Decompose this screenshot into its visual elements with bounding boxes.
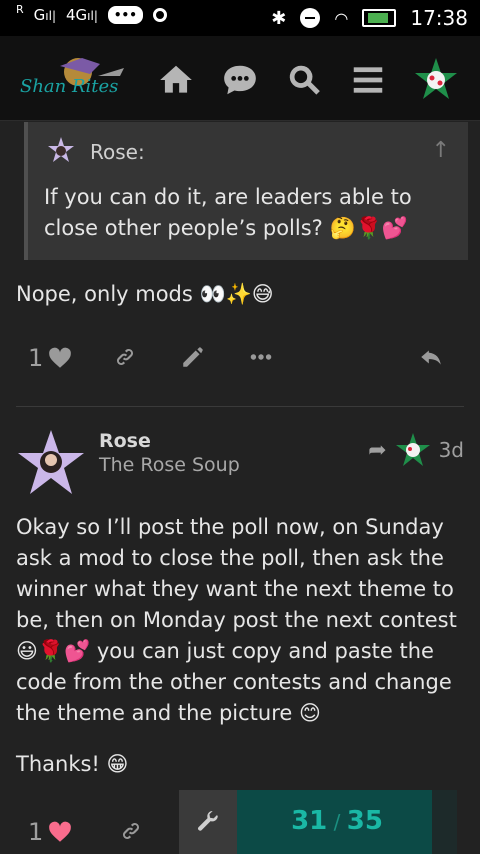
wifi-icon: ◠ (334, 8, 349, 28)
carrier-mark: R (16, 2, 24, 16)
hamburger-menu-icon[interactable] (346, 58, 390, 102)
reply-button[interactable] (418, 344, 444, 370)
search-icon[interactable] (282, 58, 326, 102)
link-icon (116, 348, 134, 366)
topic-progress-label: 31 / 35 (291, 806, 383, 836)
like-button[interactable]: 1 (28, 344, 73, 372)
bluetooth-icon: ✱ (271, 7, 287, 29)
reply-arrow-icon (421, 350, 441, 365)
clock: 17:38 (410, 6, 468, 30)
share-link-button[interactable] (112, 344, 138, 370)
messages-badge: ••• (107, 6, 143, 24)
site-logo[interactable]: Shan Rites (20, 54, 140, 102)
wrench-icon (198, 810, 218, 831)
heart-icon (49, 347, 72, 368)
circle-icon (152, 8, 167, 22)
signal-1: Gıl| (33, 6, 56, 24)
post-author-avatar[interactable] (16, 428, 86, 498)
post-username[interactable]: Rose (99, 430, 151, 452)
post-body: Okay so I’ll post the poll now, on Sunda… (16, 515, 457, 725)
quote-text: If you can do it, are leaders able to cl… (44, 185, 412, 240)
heart-icon (49, 821, 72, 842)
site-header: Shan Rites (0, 36, 480, 121)
share-link-button-2[interactable] (118, 818, 144, 844)
like-count: 1 (28, 344, 44, 372)
like-button-2[interactable]: 1 (28, 818, 73, 846)
admin-tools-button[interactable] (179, 790, 237, 854)
post-user-title: The Rose Soup (99, 454, 240, 476)
reply-to-avatar[interactable] (395, 432, 431, 468)
quoted-post: Rose: ↑ If you can do it, are leaders ab… (24, 122, 468, 260)
status-bar: R Gıl| 4Gıl| ••• ✱ ◠ 17:38 (0, 0, 480, 36)
topic-progress[interactable]: 31 / 35 (237, 790, 457, 854)
jump-to-quote-arrow-icon[interactable]: ↑ (432, 138, 450, 163)
post-thanks: Thanks! 😁 (16, 752, 129, 776)
quote-author: Rose: (90, 140, 145, 164)
post-actions: 1 (0, 344, 480, 384)
signal-2: 4Gıl| (66, 6, 98, 24)
home-icon[interactable] (154, 58, 198, 102)
reply-body: Nope, only mods 👀✨😅 (16, 282, 274, 306)
reply-to-icon[interactable]: ➦ (368, 438, 386, 463)
like-count-2: 1 (28, 818, 44, 846)
do-not-disturb-icon (300, 8, 321, 28)
post-age[interactable]: 3d (439, 438, 464, 462)
logo-text: Shan Rites (20, 76, 119, 97)
post-meta: ➦ 3d (368, 432, 464, 468)
bottom-bar: 1 31 / 35 (0, 790, 480, 854)
quote-author-avatar (46, 136, 76, 166)
post-divider (16, 406, 464, 407)
edit-button[interactable] (180, 344, 206, 370)
battery-icon (362, 9, 397, 27)
ellipsis-icon (250, 354, 272, 360)
user-avatar[interactable] (412, 56, 460, 104)
pencil-icon (183, 347, 203, 367)
chat-icon[interactable] (218, 58, 262, 102)
link-icon (122, 822, 140, 840)
more-options-button[interactable] (248, 344, 274, 370)
